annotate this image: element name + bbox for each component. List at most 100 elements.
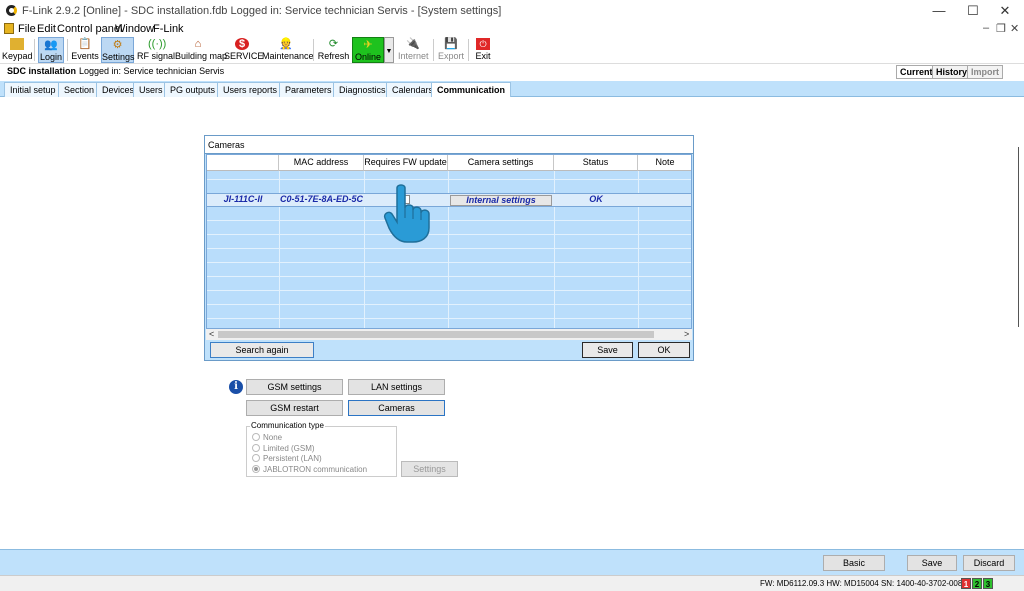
cameras-button[interactable]: Cameras — [348, 400, 445, 416]
cameras-grid: MAC address Requires FW update Camera se… — [206, 154, 692, 329]
maximize-button[interactable]: ☐ — [958, 2, 988, 20]
rf-signal-button[interactable]: ((·)) RF signal — [137, 37, 175, 63]
login-button[interactable]: 👥 Login — [38, 37, 64, 63]
discard-button[interactable]: Discard — [963, 555, 1015, 571]
cameras-dialog-title: Cameras — [205, 136, 693, 154]
export-button[interactable]: 💾 Export — [437, 37, 465, 63]
keypad-icon — [10, 38, 24, 50]
online-icon: ✈ — [363, 39, 373, 51]
export-icon: 💾 — [444, 38, 458, 50]
login-icon: 👥 — [44, 39, 58, 51]
window-title: F-Link 2.9.2 [Online] - SDC installation… — [22, 5, 502, 17]
tab-parameters[interactable]: Parameters — [279, 82, 338, 97]
lan-settings-button[interactable]: LAN settings — [348, 379, 445, 395]
service-icon: $ — [235, 38, 249, 50]
scroll-left-icon[interactable]: < — [209, 329, 214, 339]
cameras-save-button[interactable]: Save — [582, 342, 633, 358]
app-logo-icon — [6, 5, 17, 16]
service-button[interactable]: $ SERVICE — [224, 37, 263, 63]
search-again-button[interactable]: Search again — [210, 342, 314, 358]
basic-button[interactable]: Basic — [823, 555, 885, 571]
installation-bar: SDC installation Logged in: Service tech… — [0, 64, 1024, 80]
scrollbar-thumb[interactable] — [218, 331, 654, 338]
internet-icon: 🔌 — [406, 38, 420, 50]
online-button[interactable]: ✈ Online — [352, 37, 384, 63]
online-dropdown-button[interactable]: ▼ — [384, 37, 394, 63]
radio-limited-gsm-label: Limited (GSM) — [263, 444, 315, 453]
logged-in-label: Logged in: Service technician Servis — [79, 66, 225, 76]
tab-pg-outputs[interactable]: PG outputs — [164, 82, 222, 97]
col-header-fw: Requires FW update — [364, 155, 448, 171]
tab-communication[interactable]: Communication — [431, 82, 512, 98]
gsm-restart-button[interactable]: GSM restart — [246, 400, 343, 416]
internal-settings-button[interactable]: Internal settings — [450, 195, 552, 206]
col-header-settings: Camera settings — [448, 155, 554, 171]
chevron-down-icon: ▼ — [385, 48, 393, 55]
tab-initial-setup[interactable]: Initial setup — [4, 82, 62, 97]
menu-flink[interactable]: F-Link — [153, 23, 184, 35]
tab-import[interactable]: Import — [967, 65, 1003, 79]
scroll-right-icon[interactable]: > — [684, 329, 689, 339]
app-menu-icon[interactable] — [4, 23, 14, 34]
menu-bar: File Edit Control panel Window F-Link – … — [0, 22, 1024, 36]
refresh-icon: ⟳ — [328, 38, 339, 50]
section-3-badge: 3 — [983, 578, 993, 589]
building-map-button[interactable]: ⌂ Building map — [175, 37, 227, 63]
tab-current[interactable]: Current — [896, 65, 937, 79]
close-button[interactable]: ✕ — [990, 2, 1020, 20]
radio-jablotron-label: JABLOTRON communication — [263, 465, 368, 474]
camera-mac-cell[interactable]: C0-51-7E-8A-ED-5C — [279, 193, 364, 207]
tab-section[interactable]: Section — [58, 82, 101, 97]
radio-none[interactable] — [252, 433, 260, 441]
gsm-settings-button[interactable]: GSM settings — [246, 379, 343, 395]
section-2-badge: 2 — [972, 578, 982, 589]
mdi-minimize-icon[interactable]: – — [983, 22, 989, 34]
minimize-button[interactable]: — — [924, 2, 954, 20]
camera-note-cell[interactable] — [638, 193, 691, 207]
settings-button[interactable]: ⚙ Settings — [101, 37, 135, 63]
toolbar: Keypad 👥 Login 📋 Events ⚙ Settings ((·))… — [0, 36, 1024, 64]
maintenance-button[interactable]: 👷 Maintenance — [262, 37, 314, 63]
tab-history[interactable]: History — [932, 65, 972, 79]
maintenance-icon: 👷 — [279, 38, 293, 50]
mdi-restore-icon[interactable]: ❐ — [996, 22, 1006, 35]
footer-save-button[interactable]: Save — [907, 555, 957, 571]
comm-settings-button[interactable]: Settings — [401, 461, 458, 477]
communication-type-label: Communication type — [250, 421, 325, 430]
section-1-badge: 1 — [961, 578, 971, 589]
camera-status-cell: OK — [589, 194, 603, 204]
radio-persistent-lan-label: Persistent (LAN) — [263, 454, 322, 463]
col-header-mac: MAC address — [279, 155, 364, 171]
menu-control-panel[interactable]: Control panel — [57, 23, 122, 35]
events-button[interactable]: 📋 Events — [70, 37, 100, 63]
cameras-dialog: Cameras MAC address Requires FW update C… — [204, 135, 694, 361]
exit-button[interactable]: ⏻ Exit — [472, 37, 494, 63]
radio-persistent-lan[interactable] — [252, 454, 260, 462]
mdi-close-icon[interactable]: ✕ — [1010, 22, 1019, 35]
radio-none-label: None — [263, 433, 283, 442]
settings-tabs: Initial setup Section Devices Users PG o… — [0, 81, 1024, 98]
horizontal-scrollbar[interactable]: < > — [206, 329, 692, 340]
col-header-status: Status — [554, 155, 638, 171]
scroll-edge — [1018, 147, 1024, 327]
menu-edit[interactable]: Edit — [37, 23, 56, 35]
events-icon: 📋 — [78, 38, 92, 50]
tab-users-reports[interactable]: Users reports — [217, 82, 284, 97]
internet-button[interactable]: 🔌 Internet — [398, 37, 429, 63]
cameras-ok-button[interactable]: OK — [638, 342, 690, 358]
firmware-info: FW: MD6112.09.3 HW: MD15004 SN: 1400-40-… — [760, 579, 967, 588]
radio-jablotron-communication[interactable] — [252, 465, 260, 473]
refresh-button[interactable]: ⟳ Refresh — [317, 37, 350, 63]
keypad-button[interactable]: Keypad — [2, 37, 33, 63]
status-bar: FW: MD6112.09.3 HW: MD15004 SN: 1400-40-… — [0, 575, 1024, 591]
tab-diagnostics[interactable]: Diagnostics — [333, 82, 392, 97]
info-icon[interactable]: i — [229, 380, 243, 394]
col-header-note: Note — [638, 155, 691, 171]
menu-file[interactable]: File — [18, 23, 36, 35]
radio-limited-gsm[interactable] — [252, 444, 260, 452]
title-bar: F-Link 2.9.2 [Online] - SDC installation… — [0, 0, 1024, 22]
communication-type-group: Communication type None Limited (GSM) Pe… — [246, 421, 397, 477]
building-map-icon: ⌂ — [194, 38, 202, 50]
camera-name-cell[interactable]: JI-111C-II — [207, 193, 279, 207]
menu-window[interactable]: Window — [115, 23, 154, 35]
